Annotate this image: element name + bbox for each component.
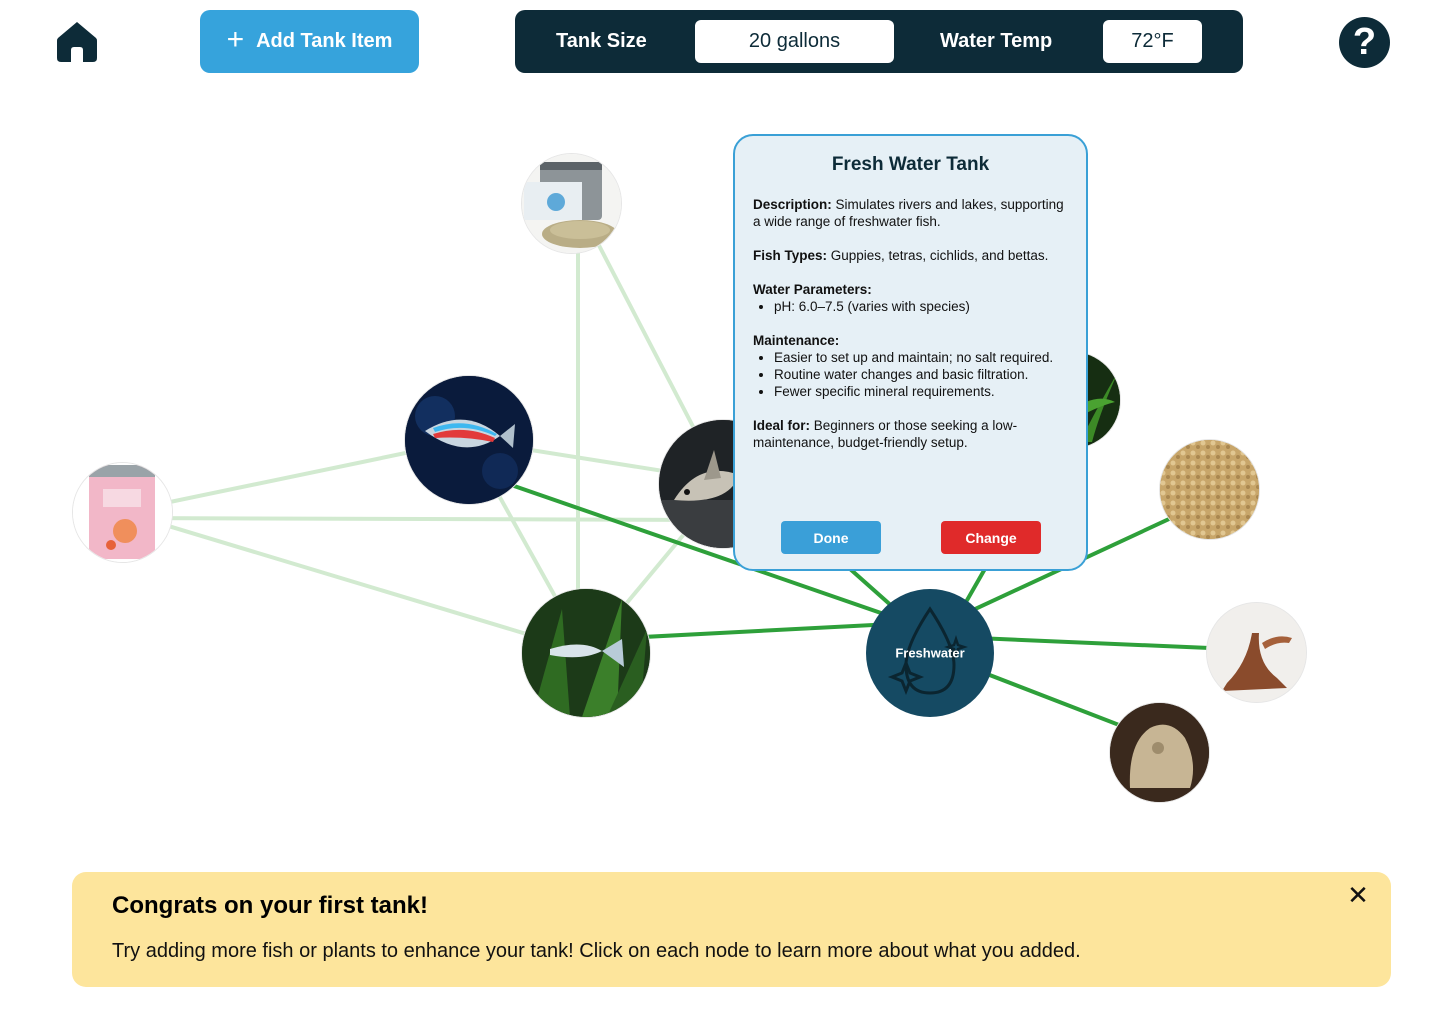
add-tank-item-label: Add Tank Item: [256, 30, 393, 52]
congrats-banner: Congrats on your first tank! Try adding …: [72, 872, 1391, 987]
guppy-node[interactable]: [522, 589, 650, 717]
guppy-fish-icon: [522, 589, 650, 717]
fish-types-text: Guppies, tetras, cichlids, and bettas.: [827, 248, 1049, 263]
maintenance-list: Easier to set up and maintain; no salt r…: [753, 349, 1068, 400]
sinking-pellets-node[interactable]: [522, 154, 621, 253]
ideal-for-label: Ideal for:: [753, 418, 811, 433]
tank-info-popup: Fresh Water Tank Description: Simulates …: [733, 134, 1088, 571]
bloodworms-food-node[interactable]: [73, 463, 172, 562]
list-item: pH: 6.0–7.5 (varies with species): [774, 298, 1068, 315]
water-temp-label: Water Temp: [940, 30, 1053, 52]
freshwater-node-label: Freshwater: [895, 645, 965, 661]
ideal-for-section: Ideal for: Beginners or those seeking a …: [753, 417, 1068, 451]
home-icon: [57, 22, 97, 62]
popup-title: Fresh Water Tank: [831, 154, 990, 175]
banner-title: Congrats on your first tank!: [112, 892, 429, 919]
close-icon[interactable]: ✕: [1345, 882, 1371, 908]
tank-parameters-bar: Tank Size 20 gallons Water Temp 72°F: [515, 10, 1243, 73]
bloodworms-jar-icon: [73, 463, 172, 562]
add-tank-item-button[interactable]: + Add Tank Item: [200, 10, 419, 73]
tank-size-label: Tank Size: [556, 30, 647, 52]
gravel-substrate-node[interactable]: [1160, 440, 1259, 539]
edge: [121, 516, 721, 522]
driftwood-icon: [1207, 603, 1306, 702]
list-item: Fewer specific mineral requirements.: [774, 383, 1068, 400]
water-parameters-list: pH: 6.0–7.5 (varies with species): [753, 298, 1068, 315]
water-temp-input[interactable]: 72°F: [1103, 20, 1202, 63]
driftwood-node[interactable]: [1207, 603, 1306, 702]
fish-types-section: Fish Types: Guppies, tetras, cichlids, a…: [753, 247, 1068, 264]
list-item: Routine water changes and basic filtrati…: [774, 366, 1068, 383]
description-label: Description:: [753, 197, 832, 212]
maintenance-label: Maintenance:: [753, 333, 840, 348]
rock-decor-node[interactable]: [1110, 703, 1209, 802]
plus-icon: +: [226, 23, 245, 56]
fish-types-label: Fish Types:: [753, 248, 828, 263]
rock-icon: [1110, 703, 1209, 802]
gravel-icon: [1160, 440, 1259, 539]
help-button[interactable]: ?: [1339, 17, 1390, 68]
edge: [121, 510, 587, 654]
freshwater-center-node[interactable]: Freshwater: [866, 589, 994, 717]
change-button[interactable]: Change: [941, 521, 1041, 554]
description-section: Description: Simulates rivers and lakes,…: [753, 196, 1068, 230]
tank-size-input[interactable]: 20 gallons: [695, 20, 894, 63]
neon-tetra-node[interactable]: [405, 376, 533, 504]
home-button[interactable]: [56, 20, 98, 64]
list-item: Easier to set up and maintain; no salt r…: [774, 349, 1068, 366]
water-parameters-label: Water Parameters:: [753, 282, 872, 297]
done-button[interactable]: Done: [781, 521, 881, 554]
pellets-jar-icon: [522, 154, 621, 253]
question-mark-icon: ?: [1352, 21, 1377, 63]
banner-message: Try adding more fish or plants to enhanc…: [112, 940, 1081, 962]
neon-tetra-fish-icon: [405, 376, 533, 504]
